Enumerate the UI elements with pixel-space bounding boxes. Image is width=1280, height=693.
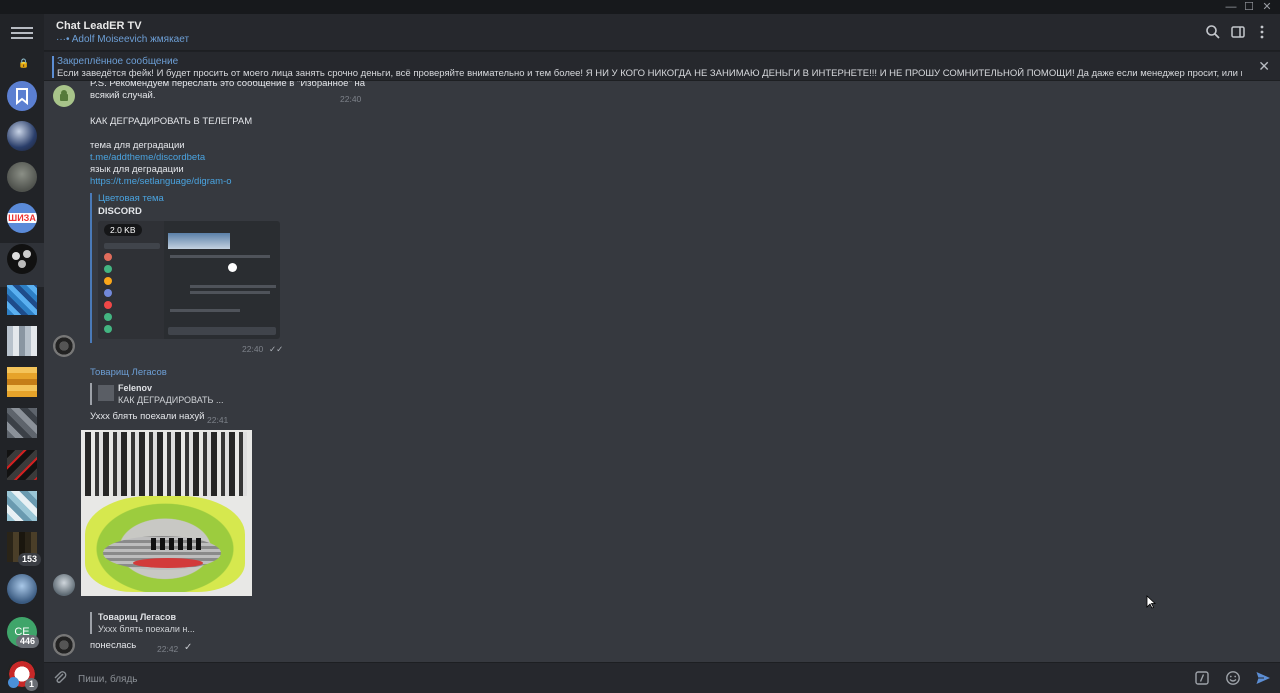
pinned-title: Закреплённое сообщение — [57, 56, 179, 67]
sender-name[interactable]: Товарищ Легасов — [90, 367, 167, 378]
sender-avatar[interactable] — [53, 634, 75, 656]
chat-typing-status: ···• Adolf Moiseevich жмякает — [56, 34, 189, 45]
sender-avatar[interactable] — [53, 335, 75, 357]
sticker-image[interactable] — [81, 430, 252, 596]
chat-avatar[interactable] — [7, 450, 37, 480]
message-text: понеслась — [90, 640, 137, 651]
bookmark-icon — [16, 88, 28, 105]
typing-status-text: Adolf Moiseevich жмякает — [71, 34, 190, 45]
typing-dots-icon: ···• — [56, 34, 70, 45]
hamburger-icon[interactable] — [11, 24, 33, 40]
chat-title[interactable]: Chat LeadER TV — [56, 20, 142, 32]
message-heading: КАК ДЕГРАДИРОВАТЬ В ТЕЛЕГРАМ — [90, 116, 253, 127]
message-input[interactable] — [78, 671, 1178, 687]
emoji-icon[interactable] — [1225, 670, 1241, 686]
chat-list-sidebar: 🔒 ШИЗА 153 СЕ 446 1 — [0, 14, 44, 693]
message-time: 22:42 — [157, 644, 179, 654]
chat-avatar[interactable] — [7, 162, 37, 192]
unread-badge: 1 — [25, 678, 39, 691]
language-link[interactable]: https://t.me/setlanguage/digram-o — [90, 176, 232, 187]
read-status-icon: ✓✓ — [269, 344, 284, 354]
android-icon — [60, 90, 68, 101]
sent-status-icon: ✓ — [184, 642, 193, 653]
pinned-accent-bar — [52, 56, 54, 78]
minimize-button[interactable]: — — [1222, 0, 1240, 14]
sidebar-toggle-icon[interactable] — [1230, 24, 1246, 40]
unread-badge: 446 — [16, 635, 40, 648]
attach-icon[interactable] — [52, 670, 68, 686]
reply-text: Ухxx блять поехали н... — [98, 624, 195, 634]
chat-avatar[interactable] — [7, 285, 37, 315]
message-text: Ухxx блять поехали нахуй — [90, 411, 205, 422]
window-titlebar: — ☐ ✕ — [0, 0, 1280, 14]
reply-author: Felenov — [118, 383, 153, 393]
pinned-message-bar[interactable]: Закреплённое сообщение Если заведётся фе… — [44, 52, 1280, 81]
theme-link[interactable]: t.me/addtheme/discordbeta — [90, 152, 205, 163]
chat-avatar[interactable] — [7, 408, 37, 438]
commands-icon[interactable] — [1194, 670, 1210, 686]
lock-icon[interactable]: 🔒 — [18, 58, 29, 69]
chat-avatar-label: ШИЗА — [7, 213, 37, 223]
chat-avatar-active[interactable] — [7, 244, 37, 274]
file-size-label: 2.0 KB — [104, 224, 142, 236]
message-text: язык для деградации — [90, 164, 184, 175]
unread-badge: 153 — [18, 553, 42, 566]
reply-quote[interactable]: Товарищ Легасов Ухxx блять поехали н... — [90, 612, 195, 634]
chat-avatar[interactable] — [7, 574, 37, 604]
reply-quote[interactable]: Felenov КАК ДЕГРАДИРОВАТЬ ... — [90, 383, 223, 405]
message-text: тема для деградации — [90, 140, 185, 151]
sender-avatar[interactable] — [53, 574, 75, 596]
pinned-close-button[interactable]: ✕ — [1258, 58, 1270, 75]
maximize-button[interactable]: ☐ — [1240, 0, 1258, 14]
sender-avatar[interactable] — [53, 85, 75, 107]
reply-text: КАК ДЕГРАДИРОВАТЬ ... — [118, 395, 224, 405]
chat-avatar[interactable] — [7, 491, 37, 521]
message-text: всякий случай. — [90, 90, 156, 101]
message-composer — [44, 662, 1280, 693]
send-icon[interactable] — [1255, 670, 1271, 686]
theme-preview-image[interactable]: 2.0 KB — [98, 221, 280, 339]
reply-thumbnail — [98, 385, 114, 401]
link-preview[interactable]: Цветовая тема DISCORD 2.0 KB — [90, 193, 280, 343]
message-time: 22:41 — [207, 415, 229, 425]
chat-avatar[interactable] — [7, 121, 37, 151]
mouse-cursor-icon — [1146, 595, 1156, 609]
chat-avatar[interactable]: ШИЗА — [7, 203, 37, 233]
preview-site-name: Цветовая тема — [98, 193, 164, 204]
close-window-button[interactable]: ✕ — [1258, 0, 1276, 14]
verified-icon — [8, 677, 19, 688]
pinned-text: Если заведётся фейк! И будет просить от … — [57, 68, 1242, 79]
search-icon[interactable] — [1205, 24, 1221, 40]
message-text: P.S. Рекомендуем переслать это сообщение… — [90, 81, 366, 89]
reply-author: Товарищ Легасов — [98, 612, 177, 622]
message-time: 22:40 — [340, 94, 362, 104]
chat-avatar[interactable] — [7, 326, 37, 356]
chat-avatar[interactable] — [7, 367, 37, 397]
more-vertical-icon[interactable] — [1254, 24, 1270, 40]
saved-messages-chat[interactable] — [7, 81, 37, 111]
chat-header: Chat LeadER TV ···• Adolf Moiseevich жмя… — [44, 14, 1280, 51]
message-history[interactable]: P.S. Рекомендуем переслать это сообщение… — [44, 81, 1280, 662]
preview-title: DISCORD — [98, 206, 142, 217]
message-time: 22:40 — [242, 344, 264, 354]
